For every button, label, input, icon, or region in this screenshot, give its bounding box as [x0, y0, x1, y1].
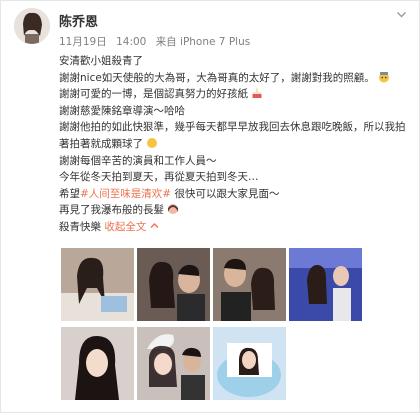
collapse-label: 收起全文: [104, 220, 147, 233]
post-line: 安清歡小姐殺青了: [59, 55, 143, 67]
post-photo[interactable]: [61, 327, 134, 400]
post-photo[interactable]: [213, 327, 286, 400]
post-line-text: 謝謝他拍的如此快狠準，幾乎每天都早早放我回去休息跟吃晚飯，所以我拍著拍著就成顆球…: [59, 121, 406, 150]
post-body: 安清歡小姐殺青了 謝謝nice如天使般的大為哥，大為哥真的太好了，謝謝對我的照顧…: [59, 53, 411, 236]
post-photo[interactable]: [137, 248, 210, 321]
emoji-embarrassed-icon: [379, 71, 390, 83]
post-line: 謝謝慈愛陳銘章導演～哈哈: [59, 104, 185, 117]
post-line-text: 再見了我瀑布般的長髮: [59, 204, 164, 217]
avatar[interactable]: [14, 8, 50, 44]
post-line: 殺青快樂 收起全文: [59, 219, 411, 236]
post-photo[interactable]: [289, 248, 362, 321]
post-photo[interactable]: [137, 327, 210, 400]
post-line: 謝謝nice如天使般的大為哥，大為哥真的太好了，謝謝對我的照顧。: [59, 70, 411, 87]
post-line: 今年從冬天拍到夏天，再從夏天拍到冬天…: [59, 171, 259, 184]
post-line: 希望#人间至味是清欢# 很快可以跟大家見面～: [59, 186, 411, 203]
post-line-text: 謝謝nice如天使般的大為哥，大為哥真的太好了，謝謝對我的照顧。: [59, 71, 375, 84]
post-line-text: 謝謝可愛的一博，是個認真努力的好孩紙: [59, 88, 248, 101]
chevron-up-icon: [150, 222, 159, 228]
collapse-text-link[interactable]: 收起全文: [104, 220, 159, 233]
post-line: 謝謝他拍的如此快狠準，幾乎每天都早早放我回去休息跟吃晚飯，所以我拍著拍著就成顆球…: [59, 119, 411, 152]
post-line: 再見了我瀑布般的長髮: [59, 202, 411, 219]
post-line: 謝謝每個辛苦的演員和工作人員～: [59, 154, 217, 167]
hope-suffix: 很快可以跟大家見面～: [171, 187, 280, 200]
emoji-face-icon: [168, 204, 179, 215]
footer-text: 殺青快樂: [59, 220, 101, 233]
hope-prefix: 希望: [59, 187, 80, 200]
post-source: 来自 iPhone 7 Plus: [155, 36, 251, 48]
emoji-face-icon: [147, 137, 158, 148]
post-line: 謝謝可愛的一博，是個認真努力的好孩紙: [59, 86, 411, 103]
hashtag-link[interactable]: #人间至味是清欢#: [80, 188, 171, 200]
weibo-post-card: 陈乔恩 11月19日 14:00 来自 iPhone 7 Plus 安清歡小姐殺…: [0, 0, 420, 413]
post-meta: 11月19日 14:00 来自 iPhone 7 Plus: [59, 34, 250, 49]
post-photo[interactable]: [61, 248, 134, 321]
author-name[interactable]: 陈乔恩: [59, 11, 98, 30]
chevron-down-icon[interactable]: [396, 9, 407, 20]
post-date[interactable]: 11月19日: [59, 36, 107, 48]
post-photo[interactable]: [213, 248, 286, 321]
avatar-photo: [14, 8, 50, 44]
emoji-cake-icon: [252, 88, 262, 99]
post-time[interactable]: 14:00: [116, 36, 146, 48]
